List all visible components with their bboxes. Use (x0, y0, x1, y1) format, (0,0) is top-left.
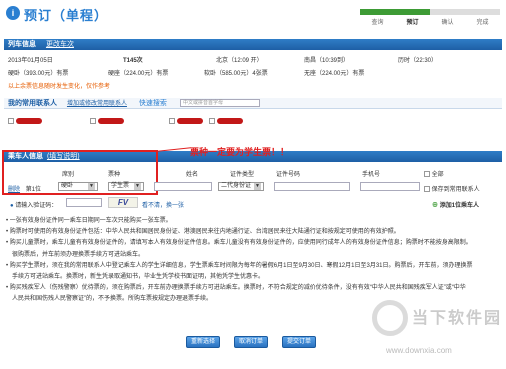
train-info-header: 列车信息 更改车次 (4, 39, 502, 50)
train-date: 2013年01月05日 (8, 58, 53, 64)
contacts-header: 我的常用联系人 增加或修改常用联系人 快速搜索 中文或拼音首字母 (4, 98, 502, 109)
note-item: • 购买残疾军人（伤残警察）优待票的，须在购票后，开车前办理换票手续方可进站乘车… (6, 285, 466, 292)
col-mobile: 手机号 (362, 172, 381, 178)
quick-search-label: 快速搜索 (138, 100, 167, 107)
save-contact-label: 保存到常用联系人 (431, 187, 480, 193)
select-all: 全部 (424, 169, 444, 178)
captcha-bullet-icon: ● (10, 203, 14, 209)
watermark-brand: 当下软件园 (412, 310, 503, 327)
id-type-value: 二代身份证 (221, 183, 252, 189)
contact-name-redacted (216, 118, 243, 124)
note-item: 很购票后，并车前须办理换票手续方可进站乘车。 (12, 251, 145, 258)
captcha-label: 请输入验证码： (15, 203, 58, 209)
contact-checkbox[interactable] (209, 118, 215, 124)
train-info-title: 列车信息 (8, 41, 36, 48)
note-item: • 购买学生票时，须在我的常用联系人中登记乘车人的学生详细信息，学生票乘车时间限… (6, 262, 473, 269)
seat-standing: 无座（224.00元）有票 (304, 71, 365, 77)
seat-hard-seat: 硬座（224.00元）有票 (108, 71, 169, 77)
seat-class-select[interactable]: 硬卧 ▼ (58, 182, 98, 191)
col-id-type: 证件类型 (230, 172, 255, 178)
add-passenger-label: 添加1位乘车人 (439, 203, 480, 209)
contacts-title: 我的常用联系人 (8, 100, 57, 107)
step-book: 预订 (406, 20, 419, 26)
save-contact: 保存到常用联系人 (424, 184, 480, 193)
chevron-down-icon: ▼ (254, 183, 261, 190)
submit-order-button[interactable]: 提交订单 (282, 336, 316, 348)
note-item: 手续方可进站乘车。换票时，新生凭录取通知书，毕业生凭学校书面证明，其他凭学生优惠… (12, 274, 265, 281)
chevron-down-icon: ▼ (134, 183, 141, 190)
progress-bar (360, 9, 500, 15)
col-name: 姓名 (186, 172, 199, 178)
note-item: • 购票时可使用的有效身份证件包括：中华人民共和国居民身份证、港澳居民来往内地通… (6, 229, 400, 236)
plus-circle-icon: ⊕ (432, 203, 439, 209)
ticket-type-select[interactable]: 学生票 ▼ (108, 182, 144, 191)
train-duration: 历时（22:30） (398, 58, 438, 64)
page-title: 预订（单程） (24, 8, 109, 23)
page-header: i 预订（单程） 查询 预订 确认 完成 (0, 0, 506, 30)
contact-checkbox[interactable] (8, 118, 14, 124)
captcha-image[interactable]: FV (108, 197, 138, 208)
captcha-input[interactable] (66, 198, 102, 207)
captcha-row: ● 请输入验证码： FV 看不清，换一张 ⊕ 添加1位乘车人 (10, 197, 500, 209)
col-id-number: 证件号码 (276, 172, 301, 178)
select-all-label: 全部 (431, 172, 444, 178)
train-to: 南昌（10:39到） (304, 58, 350, 64)
booking-notes: • 一张有效身份证件同一乘车日期同一车次只能购买一张车票。 • 购票时可使用的有… (6, 216, 502, 306)
step-complete: 完成 (476, 20, 489, 26)
passenger-row: 删除 第1位 硬卧 ▼ 学生票 ▼ 二代身份证 ▼ 保存到常用联系人 (8, 182, 502, 193)
price-note: 以上余票信息随时发生变化，仅作参考 (8, 84, 111, 90)
ticket-type-value: 学生票 (111, 183, 130, 189)
progress-steps: 查询 预订 确认 完成 (360, 9, 500, 26)
note-item: • 一张有效身份证件同一乘车日期同一车次只能购买一张车票。 (6, 218, 172, 224)
contact-name-redacted (176, 118, 203, 124)
id-number-input[interactable] (274, 182, 350, 191)
train-from: 北京（12:09 开） (216, 58, 263, 64)
progress-bar-done (360, 9, 430, 15)
step-query: 查询 (371, 20, 384, 26)
mobile-input[interactable] (360, 182, 420, 191)
train-summary-row: 2013年01月05日 T145次 北京（12:09 开） 南昌（10:39到）… (8, 55, 498, 64)
seat-soft-sleeper: 软卧（585.00元）4张票 (204, 71, 268, 77)
chevron-down-icon: ▼ (88, 183, 95, 190)
watermark-logo-icon (372, 300, 408, 336)
student-ticket-annotation: 票种一定要为学生票！！ (190, 147, 290, 157)
contact-checkbox[interactable] (90, 118, 96, 124)
watermark: 当下软件园 www.downxia.com (372, 300, 502, 360)
select-all-checkbox[interactable] (424, 171, 430, 178)
captcha-refresh-link[interactable]: 看不清，换一张 (142, 200, 184, 209)
seat-availability-row: 硬卧（393.00元）有票 硬座（224.00元）有票 软卧（585.00元）4… (8, 68, 498, 77)
contact-name-redacted (97, 118, 124, 124)
save-contact-checkbox[interactable] (424, 186, 430, 193)
change-train-link[interactable]: 更改车次 (46, 41, 74, 48)
add-passenger[interactable]: ⊕ 添加1位乘车人 (432, 200, 479, 209)
step-confirm: 确认 (441, 20, 454, 26)
contact-checkbox[interactable] (169, 118, 175, 124)
col-ticket-type: 票种 (108, 172, 121, 178)
seat-hard-sleeper: 硬卧（393.00元）有票 (8, 71, 69, 77)
id-type-select[interactable]: 二代身份证 ▼ (218, 182, 264, 191)
contact-name-redacted (15, 118, 42, 124)
info-icon: i (6, 6, 20, 20)
note-item: • 购买儿童票时，乘车儿童有有效身份证件的，请填写本人有效身份证件信息。乘车儿童… (6, 240, 472, 247)
cancel-order-button[interactable]: 取消订单 (234, 336, 268, 348)
watermark-url: www.downxia.com (386, 346, 452, 355)
passenger-name-input[interactable] (154, 182, 212, 191)
contacts-list (8, 118, 498, 125)
seat-class-value: 硬卧 (61, 183, 74, 189)
passenger-seat-no: 第1位 (25, 187, 42, 193)
train-number: T145次 (123, 58, 143, 64)
delete-passenger-link[interactable]: 删除 (8, 187, 20, 193)
col-seat-class: 席别 (62, 172, 75, 178)
rechoose-button[interactable]: 重新选择 (186, 336, 220, 348)
quick-search-input[interactable]: 中文或拼音首字母 (180, 99, 260, 107)
edit-contacts-link[interactable]: 增加或修改常用联系人 (67, 101, 127, 107)
